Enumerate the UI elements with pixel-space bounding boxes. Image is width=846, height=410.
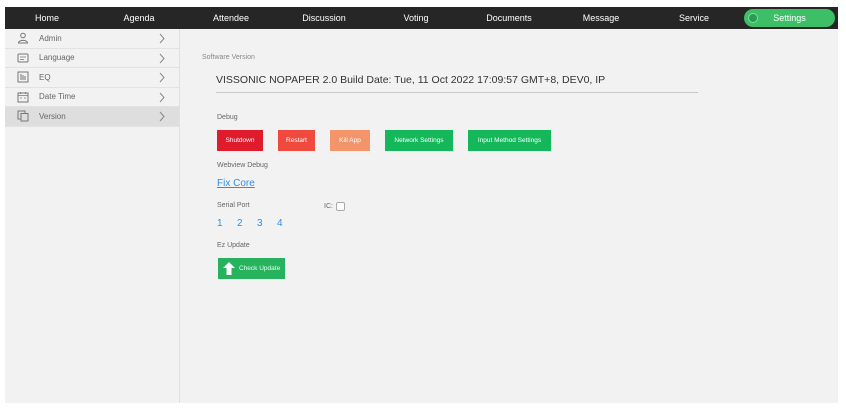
- nav-attendee[interactable]: Attendee: [201, 7, 261, 29]
- nav-documents[interactable]: Documents: [479, 7, 539, 29]
- chevron-right-icon: [159, 53, 165, 63]
- shutdown-button[interactable]: Shutdown: [217, 130, 263, 151]
- copy-icon: [17, 110, 29, 122]
- ic-label: IC:: [324, 203, 333, 210]
- equalizer-icon: [17, 71, 29, 83]
- sidebar-item-eq[interactable]: EQ: [5, 68, 179, 88]
- nav-home[interactable]: Home: [17, 7, 77, 29]
- software-version-label: Software Version: [202, 54, 255, 61]
- upload-arrow-icon: [223, 262, 235, 275]
- restart-button[interactable]: Restart: [278, 130, 315, 151]
- check-update-button[interactable]: Check Update: [218, 258, 285, 279]
- serial-port-2[interactable]: 2: [237, 218, 243, 229]
- chevron-right-icon: [159, 111, 165, 122]
- serial-port-4[interactable]: 4: [277, 218, 283, 229]
- divider: [216, 92, 698, 93]
- sidebar-item-label: Language: [39, 53, 75, 63]
- nav-voting[interactable]: Voting: [386, 7, 446, 29]
- serial-port-1[interactable]: 1: [217, 218, 223, 229]
- kill-app-button[interactable]: Kill App: [330, 130, 370, 151]
- sidebar-item-date-time[interactable]: Date Time: [5, 88, 179, 107]
- settings-icon: [748, 13, 758, 23]
- sidebar-item-label: Admin: [39, 33, 62, 43]
- chevron-right-icon: [159, 92, 165, 102]
- debug-label: Debug: [217, 114, 238, 121]
- sidebar-item-label: Version: [39, 111, 66, 121]
- serial-port-label: Serial Port: [217, 202, 250, 209]
- chevron-right-icon: [159, 33, 165, 44]
- sidebar-item-label: Date Time: [39, 92, 76, 102]
- webview-debug-label: Webview Debug: [217, 162, 268, 169]
- language-icon: [17, 52, 29, 64]
- ic-toggle: IC:: [324, 202, 345, 211]
- user-icon: [17, 32, 29, 44]
- ez-update-label: Ez Update: [217, 242, 250, 249]
- sidebar-item-admin[interactable]: Admin: [5, 29, 179, 49]
- input-method-settings-button[interactable]: Input Method Settings: [468, 130, 551, 151]
- sidebar-item-language[interactable]: Language: [5, 49, 179, 68]
- serial-port-3[interactable]: 3: [257, 218, 263, 229]
- nav-settings[interactable]: Settings: [744, 9, 835, 27]
- nav-discussion[interactable]: Discussion: [294, 7, 354, 29]
- nav-settings-label: Settings: [773, 13, 806, 23]
- top-navigation: Home Agenda Attendee Discussion Voting D…: [5, 7, 838, 29]
- sidebar-item-version[interactable]: Version: [5, 107, 179, 127]
- nav-service[interactable]: Service: [664, 7, 724, 29]
- calendar-icon: [17, 91, 29, 103]
- chevron-right-icon: [159, 72, 165, 83]
- sidebar-item-label: EQ: [39, 72, 51, 82]
- nav-agenda[interactable]: Agenda: [109, 7, 169, 29]
- version-panel: Software Version VISSONIC NOPAPER 2.0 Bu…: [181, 29, 838, 403]
- settings-sidebar: Admin Language EQ Date Time Version: [5, 29, 180, 403]
- network-settings-button[interactable]: Network Settings: [385, 130, 453, 151]
- check-update-label: Check Update: [239, 265, 281, 272]
- nav-message[interactable]: Message: [571, 7, 631, 29]
- version-text: VISSONIC NOPAPER 2.0 Build Date: Tue, 11…: [216, 74, 606, 86]
- fix-core-link[interactable]: Fix Core: [217, 178, 255, 189]
- ic-checkbox[interactable]: [335, 202, 345, 211]
- app-window: Home Agenda Attendee Discussion Voting D…: [5, 7, 838, 403]
